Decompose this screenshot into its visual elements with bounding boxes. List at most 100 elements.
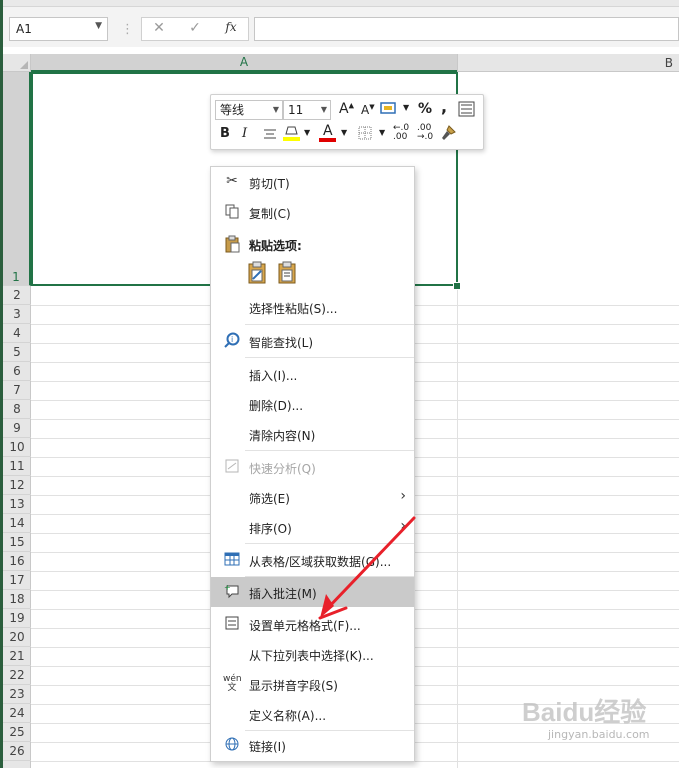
percent-style-button[interactable]: % (418, 101, 432, 117)
fill-color-icon[interactable] (283, 123, 301, 143)
increase-decimal-button[interactable]: ←.0.00 (393, 124, 409, 142)
row-header[interactable]: 13 (3, 495, 31, 514)
menu-item-delete[interactable]: 删除(D)... (211, 389, 414, 419)
chevron-down-icon[interactable]: ▼ (95, 21, 102, 31)
row-headers: 1 2 3 4 5 6 7 8 9 10 11 12 13 14 15 16 1… (3, 72, 31, 768)
row-header[interactable]: 26 (3, 742, 31, 761)
row-header[interactable]: 15 (3, 533, 31, 552)
row-header[interactable]: 22 (3, 666, 31, 685)
column-header-b[interactable]: B (457, 54, 679, 72)
menu-item-smart-lookup[interactable]: i 智能查找(L) (211, 326, 414, 356)
grow-font-button[interactable]: A▲ (339, 101, 354, 117)
font-size-value: 11 (288, 103, 304, 117)
font-color-button[interactable]: A (319, 123, 337, 143)
paste-values-icon[interactable] (277, 261, 299, 285)
link-icon (223, 736, 241, 754)
row-header[interactable]: 7 (3, 381, 31, 400)
annotation-arrow (318, 516, 416, 620)
name-box[interactable]: A1 ▼ (9, 17, 108, 41)
bold-button[interactable]: B (220, 126, 230, 141)
comment-icon: + (223, 583, 241, 601)
watermark-brand: Baidu经验 (522, 697, 647, 727)
borders-icon[interactable] (357, 125, 373, 141)
center-align-icon[interactable] (262, 126, 278, 142)
row-header[interactable]: 11 (3, 457, 31, 476)
mini-toolbar: 等线 ▼ 11 ▼ A▲ A▼ ▼ % , B I ▼ A ▼ ▼ ←.0.00… (210, 94, 484, 150)
row-header[interactable]: 4 (3, 324, 31, 343)
formula-input[interactable] (254, 17, 679, 41)
fill-handle[interactable] (453, 282, 461, 290)
menu-item-cut[interactable]: ✂ 剪切(T) (211, 167, 414, 197)
scissors-icon: ✂ (226, 173, 238, 189)
row-header[interactable]: 2 (3, 286, 31, 305)
menu-separator (245, 450, 414, 451)
row-header[interactable]: 17 (3, 571, 31, 590)
column-header-a[interactable]: A (31, 54, 457, 72)
row-header[interactable]: 19 (3, 609, 31, 628)
select-all-corner[interactable] (3, 54, 31, 72)
format-cells-icon (223, 615, 241, 633)
italic-button[interactable]: I (242, 126, 247, 141)
menu-item-clear-contents[interactable]: 清除内容(N) (211, 419, 414, 449)
name-box-value: A1 (16, 22, 32, 36)
menu-item-filter[interactable]: 筛选(E) › (211, 482, 414, 512)
menu-item-quick-analysis[interactable]: 快速分析(Q) (211, 452, 414, 482)
row-header[interactable]: 21 (3, 647, 31, 666)
row-header[interactable]: 6 (3, 362, 31, 381)
menu-item-pick-from-dropdown[interactable]: 从下拉列表中选择(K)... (211, 639, 414, 669)
row-header[interactable]: 10 (3, 438, 31, 457)
paste-with-formatting-icon[interactable] (247, 261, 269, 285)
menu-separator (245, 324, 414, 325)
row-header[interactable]: 3 (3, 305, 31, 324)
copy-icon (223, 203, 241, 221)
row-header[interactable]: 14 (3, 514, 31, 533)
chevron-down-icon[interactable]: ▼ (403, 103, 409, 112)
row-header[interactable]: 25 (3, 723, 31, 742)
decrease-decimal-button[interactable]: .00 →.0 (417, 124, 433, 142)
formula-buttons: ✕ ✓ fx (141, 17, 249, 41)
phonetic-icon: wén 文 (223, 674, 242, 693)
wrap-text-icon[interactable] (457, 100, 477, 118)
context-menu: ✂ 剪切(T) 复制(C) 粘贴选项: 选择性粘贴(S)... i 智能查找(L… (210, 166, 415, 762)
svg-text:i: i (231, 335, 233, 344)
formula-bar-grip-icon: ⋮ (121, 22, 134, 37)
svg-text:+: + (224, 583, 231, 592)
watermark: Baidu经验 jingyan.baidu.com (518, 688, 678, 748)
row-header[interactable]: 12 (3, 476, 31, 495)
chevron-down-icon[interactable]: ▼ (341, 128, 347, 137)
cancel-icon[interactable]: ✕ (144, 20, 174, 38)
menu-separator (245, 357, 414, 358)
row-header[interactable]: 9 (3, 419, 31, 438)
font-size-select[interactable]: 11 ▼ (283, 100, 331, 120)
font-name-value: 等线 (220, 103, 245, 117)
chevron-down-icon[interactable]: ▼ (304, 128, 310, 137)
shrink-font-button[interactable]: A▼ (361, 103, 375, 117)
watermark-url: jingyan.baidu.com (548, 728, 650, 741)
row-header[interactable]: 24 (3, 704, 31, 723)
table-icon (223, 551, 241, 569)
row-header[interactable]: 5 (3, 343, 31, 362)
menu-item-define-name[interactable]: 定义名称(A)... (211, 699, 414, 729)
smart-lookup-icon: i (223, 332, 241, 350)
comma-style-button[interactable]: , (441, 97, 447, 116)
menu-item-link[interactable]: 链接(I) (211, 730, 414, 760)
row-header[interactable]: 8 (3, 400, 31, 419)
enter-icon[interactable]: ✓ (180, 20, 210, 38)
quick-analysis-icon (223, 458, 241, 476)
font-name-select[interactable]: 等线 ▼ (215, 100, 283, 120)
menu-item-insert[interactable]: 插入(I)... (211, 359, 414, 389)
accounting-format-icon[interactable] (379, 100, 401, 116)
menu-item-copy[interactable]: 复制(C) (211, 197, 414, 227)
paste-icon (223, 235, 241, 253)
format-painter-icon[interactable] (439, 124, 457, 142)
row-header[interactable]: 20 (3, 628, 31, 647)
chevron-down-icon[interactable]: ▼ (379, 128, 385, 137)
insert-function-button[interactable]: fx (216, 20, 246, 38)
row-header-1[interactable]: 1 (3, 72, 31, 286)
row-header[interactable]: 23 (3, 685, 31, 704)
menu-item-show-phonetic[interactable]: wén 文 显示拼音字段(S) (211, 669, 414, 699)
row-header[interactable]: 18 (3, 590, 31, 609)
row-header[interactable]: 16 (3, 552, 31, 571)
chevron-down-icon: ▼ (320, 105, 327, 114)
menu-item-paste-special[interactable]: 选择性粘贴(S)... (211, 292, 414, 322)
